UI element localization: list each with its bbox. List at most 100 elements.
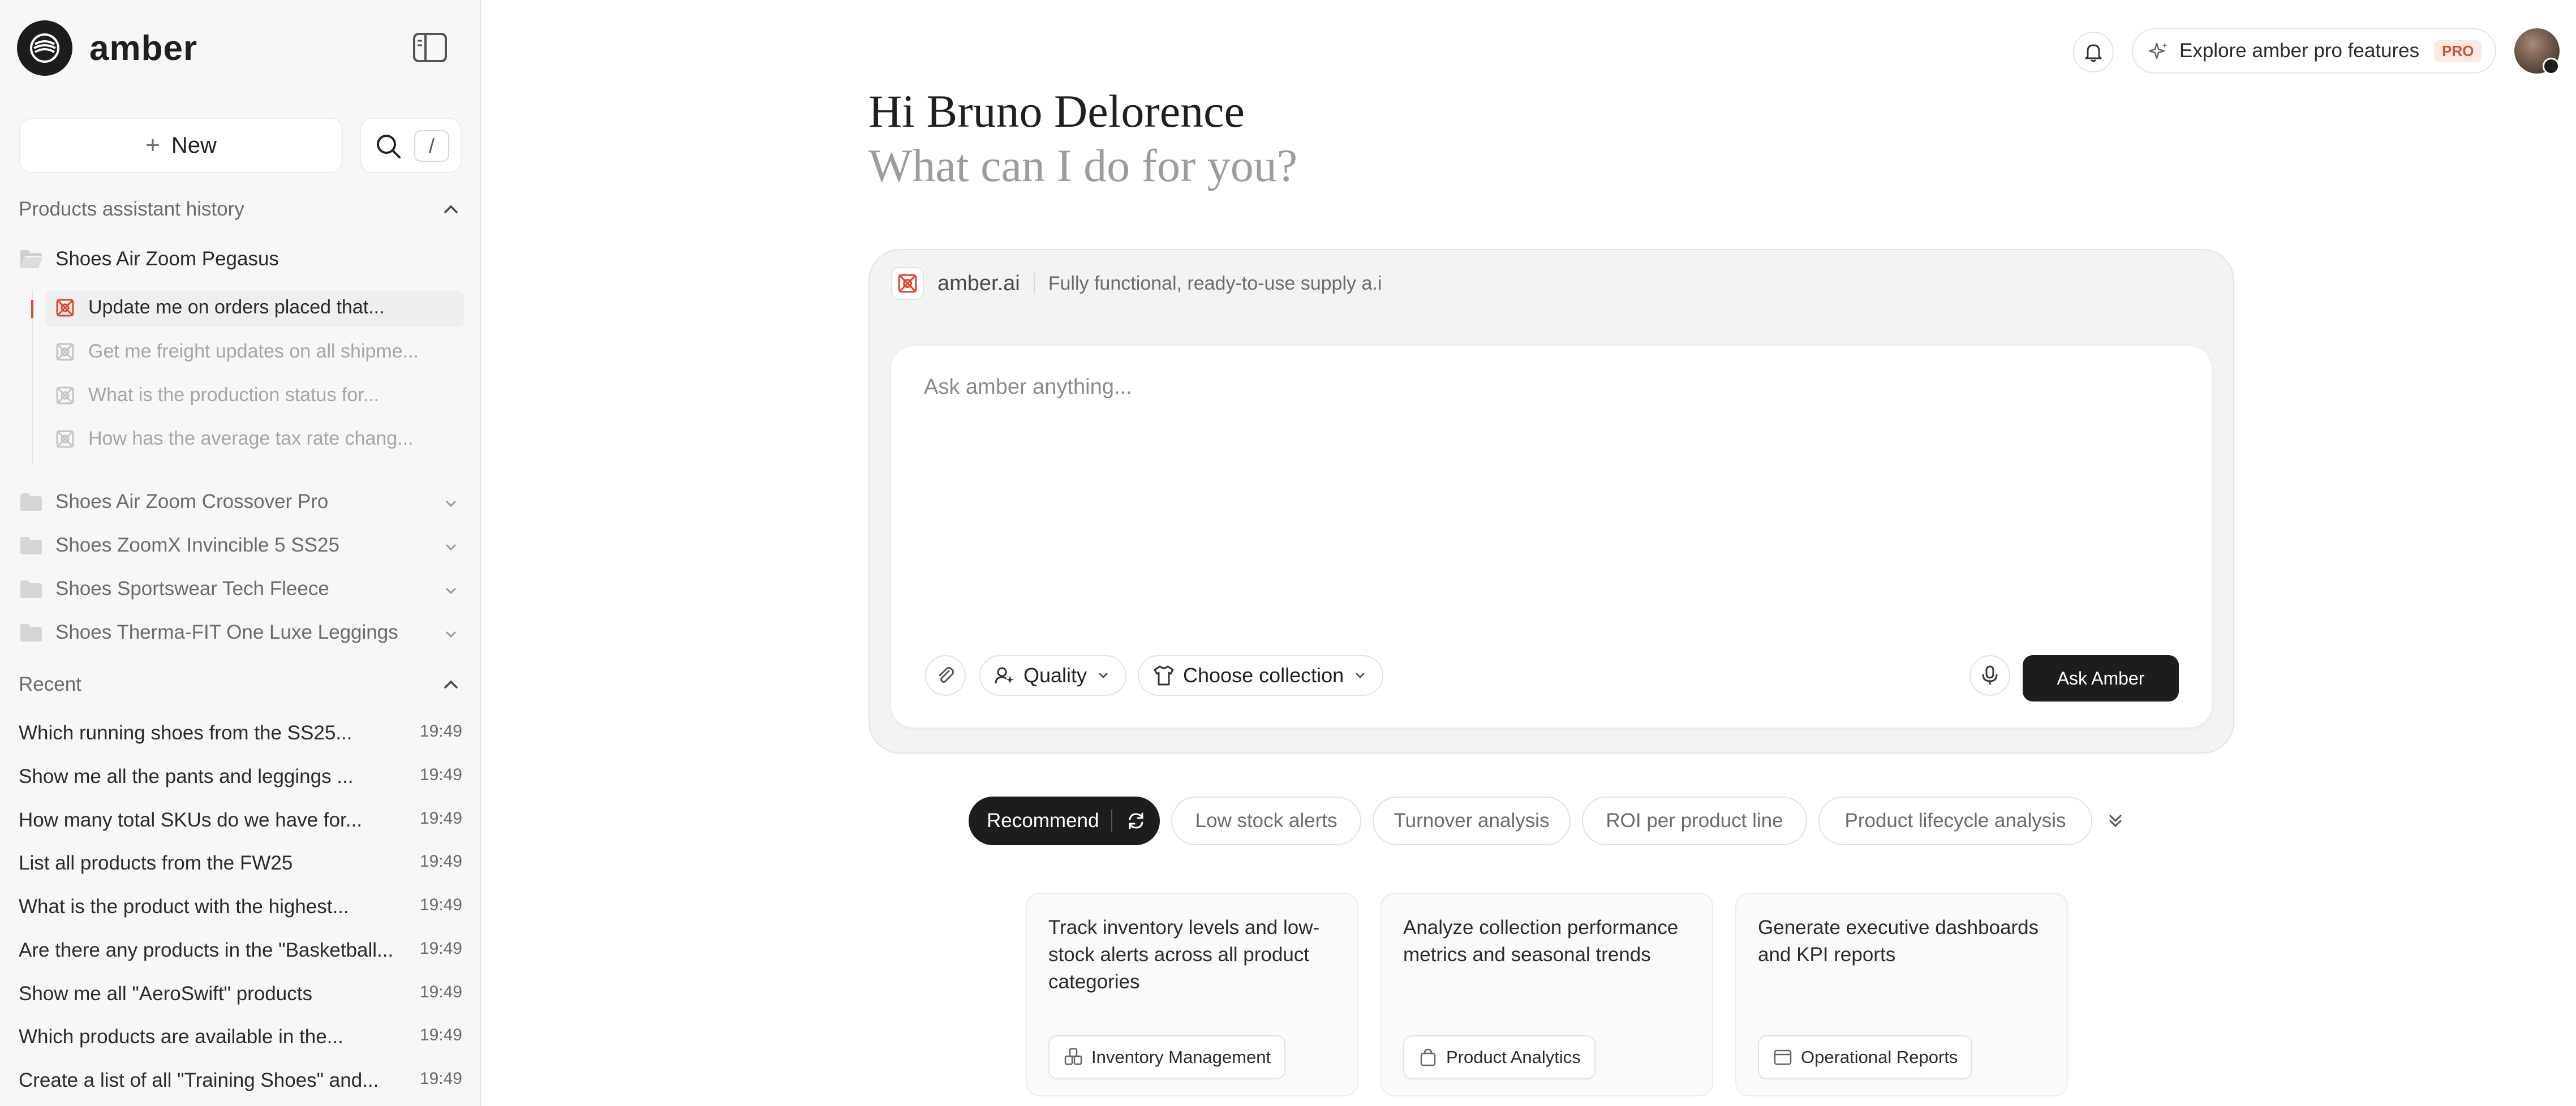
chat-node-icon (56, 430, 74, 447)
prompt-card[interactable]: Generate executive dashboards and KPI re… (1735, 893, 2068, 1096)
history-item-label: Update me on orders placed that... (88, 296, 385, 318)
prompt-card-tag: Inventory Management (1048, 1035, 1286, 1079)
divider (1111, 810, 1113, 832)
chip-low-stock[interactable]: Low stock alerts (1171, 797, 1361, 845)
folder-label: Shoes Air Zoom Crossover Pro (55, 490, 329, 513)
recent-item[interactable]: Are there any products in the "Basketbal… (19, 939, 462, 962)
inventory-icon (1064, 1048, 1082, 1065)
folder-item[interactable]: Shoes Therma-FIT One Luxe Leggings (19, 621, 461, 644)
recent-item-time: 19:49 (419, 765, 462, 784)
recent-item[interactable]: List all products from the FW25 19:49 (19, 852, 462, 875)
recent-item-label: Create a list of all "Training Shoes" an… (19, 1069, 379, 1091)
chat-node-icon (56, 299, 74, 316)
folder-item[interactable]: Shoes ZoomX Invincible 5 SS25 (19, 534, 461, 557)
new-chat-button[interactable]: + New (19, 118, 343, 173)
collection-select[interactable]: Choose collection (1138, 655, 1384, 696)
history-item[interactable]: How has the average tax rate chang... (55, 428, 414, 450)
prompt-card-tag-label: Product Analytics (1446, 1047, 1581, 1067)
prompt-card-tag-label: Operational Reports (1801, 1047, 1958, 1067)
prompt-card-tag-label: Inventory Management (1091, 1047, 1271, 1067)
prompt-card-tag: Product Analytics (1403, 1035, 1596, 1079)
history-section-header[interactable]: Products assistant history (19, 198, 462, 221)
recent-item[interactable]: Create a list of all "Training Shoes" an… (19, 1069, 462, 1092)
history-section-title: Products assistant history (19, 198, 244, 220)
recent-item[interactable]: Show me all "AeroSwift" products 19:49 (19, 983, 462, 1005)
history-item[interactable]: Get me freight updates on all shipme... (55, 341, 419, 363)
avatar-status-icon (2543, 58, 2560, 75)
composer: amber.ai Fully functional, ready-to-use … (868, 249, 2234, 754)
folder-open-icon (20, 250, 42, 268)
new-chat-label: New (171, 132, 217, 158)
paperclip-icon (939, 667, 954, 683)
brand[interactable]: amber (17, 20, 197, 76)
search-button[interactable]: / (360, 118, 462, 173)
folder-icon (20, 493, 42, 511)
amber-logo-icon (17, 20, 72, 76)
recent-item-label: Are there any products in the "Basketbal… (19, 939, 394, 961)
composer-header: amber.ai Fully functional, ready-to-use … (891, 267, 1382, 300)
recent-item-label: How many total SKUs do we have for... (19, 809, 362, 831)
prompt-card[interactable]: Analyze collection performance metrics a… (1381, 893, 1713, 1096)
chip-roi[interactable]: ROI per product line (1582, 797, 1807, 845)
composer-brand: amber.ai (937, 271, 1020, 295)
quality-icon (995, 667, 1014, 684)
chevron-down-icon (1356, 673, 1365, 679)
shirt-icon (1154, 665, 1174, 686)
recent-item-label: What is the product with the highest... (19, 896, 349, 918)
chevron-down-icon (446, 544, 456, 551)
greeting-subtitle: What can I do for you? (868, 140, 1298, 191)
folder-item[interactable]: Shoes Sportswear Tech Fleece (19, 578, 461, 600)
recent-item-time: 19:49 (419, 722, 462, 741)
recent-item-time: 19:49 (419, 939, 462, 958)
chip-label: Recommend (987, 810, 1099, 832)
recent-item[interactable]: How many total SKUs do we have for... 19… (19, 809, 462, 832)
prompt-card[interactable]: Track inventory levels and low-stock ale… (1026, 893, 1358, 1096)
bell-icon (2085, 44, 2102, 62)
chip-turnover[interactable]: Turnover analysis (1373, 797, 1571, 845)
history-item[interactable]: Update me on orders placed that... (55, 296, 385, 319)
recent-section-header[interactable]: Recent (19, 673, 462, 696)
recent-item[interactable]: What is the product with the highest... … (19, 896, 462, 918)
quality-select[interactable]: Quality (979, 655, 1127, 696)
recent-section-title: Recent (19, 673, 81, 695)
sidebar-toggle-icon[interactable] (413, 33, 447, 62)
prompt-card-text: Generate executive dashboards and KPI re… (1758, 916, 2039, 966)
chat-node-icon (56, 386, 74, 404)
ask-amber-button[interactable]: Ask Amber (2023, 655, 2179, 702)
chip-lifecycle[interactable]: Product lifecycle analysis (1818, 797, 2092, 845)
sidebar: amber + New / Products assistant history (0, 0, 481, 1106)
recent-item[interactable]: Which products are available in the... 1… (19, 1026, 462, 1048)
microphone-icon (1982, 665, 1998, 685)
folder-item[interactable]: Shoes Air Zoom Crossover Pro (19, 490, 461, 513)
prompt-card-tag: Operational Reports (1758, 1035, 1973, 1079)
folder-icon (20, 580, 42, 598)
chevron-double-down-icon[interactable] (2104, 809, 2127, 833)
recent-item-time: 19:49 (419, 983, 462, 1001)
explore-pro-label: Explore amber pro features (2179, 40, 2420, 62)
folder-open-item[interactable]: Shoes Air Zoom Pegasus (19, 248, 461, 270)
chevron-down-icon (1099, 673, 1108, 679)
history-item-label: Get me freight updates on all shipme... (88, 341, 419, 362)
pro-badge: PRO (2434, 40, 2482, 62)
recent-item[interactable]: Show me all the pants and leggings ... 1… (19, 765, 462, 788)
recent-item-time: 19:49 (419, 896, 462, 914)
report-icon (1774, 1049, 1792, 1065)
recent-item-time: 19:49 (419, 809, 462, 828)
chevron-down-icon (446, 631, 456, 638)
history-item[interactable]: What is the production status for... (55, 384, 379, 406)
notifications-button[interactable] (2073, 32, 2114, 72)
recent-item-time: 19:49 (419, 852, 462, 871)
recent-item-label: Which products are available in the... (19, 1026, 343, 1048)
refresh-icon (1129, 812, 1143, 829)
recent-item[interactable]: Which running shoes from the SS25... 19:… (19, 722, 462, 744)
shopping-bag-icon (1420, 1048, 1436, 1066)
attach-button[interactable] (925, 655, 966, 696)
brand-name: amber (89, 28, 198, 68)
microphone-button[interactable] (1969, 655, 2010, 696)
ask-input[interactable] (923, 375, 2170, 400)
chip-recommend[interactable]: Recommend (969, 797, 1160, 845)
composer-tagline: Fully functional, ready-to-use supply a.… (1048, 272, 1382, 294)
explore-pro-button[interactable]: Explore amber pro features PRO (2132, 28, 2496, 74)
folder-label: Shoes Air Zoom Pegasus (55, 248, 279, 270)
recent-item-label: List all products from the FW25 (19, 852, 293, 874)
